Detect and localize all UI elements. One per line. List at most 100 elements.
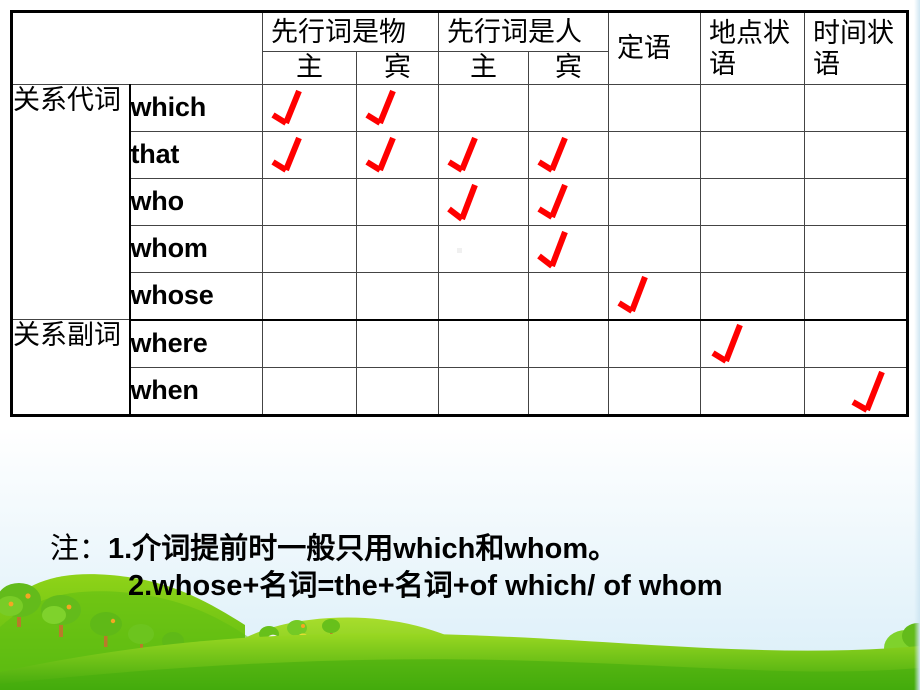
row-word-where: where: [129, 319, 263, 368]
table-row: that: [12, 130, 909, 179]
subcolumn-thing-object: 宾: [356, 50, 439, 85]
cell-where-thing-object: [356, 319, 439, 368]
cell-whose-thing-object: [356, 271, 439, 321]
relative-word-usage-table: 先行词是物 先行词是人 定语 地点状语 时间状语 主 宾 主 宾 关系代词 wh…: [10, 10, 909, 417]
cell-who-thing-subject: [262, 177, 357, 226]
check-mark-icon: [365, 136, 396, 173]
table-row: when: [12, 366, 909, 417]
subcolumn-person-subject: 主: [438, 50, 529, 85]
row-word-who: who: [129, 177, 263, 226]
cell-when-thing-object: [356, 366, 439, 417]
cell-who-person-object: [528, 177, 609, 226]
cell-where-person-subject: [438, 319, 529, 368]
check-mark-icon: [537, 230, 568, 269]
cell-which-thing-subject: [262, 83, 357, 132]
cell-whose-thing-subject: [262, 271, 357, 321]
row-word-which: which: [129, 83, 263, 132]
check-mark-icon: [447, 183, 478, 222]
cell-where-place: [700, 319, 805, 368]
cell-who-attributive: [608, 177, 701, 226]
cell-that-time: [804, 130, 909, 179]
cell-where-time: [804, 319, 909, 368]
cell-where-attributive: [608, 319, 701, 368]
table-row: 关系副词 where: [10, 319, 909, 417]
cell-whom-person-object: [528, 224, 609, 273]
column-group-thing-label: 先行词是物: [271, 17, 406, 48]
cell-whom-person-subject: [438, 224, 529, 273]
cell-where-thing-subject: [262, 319, 357, 368]
cell-whom-thing-subject: [262, 224, 357, 273]
cell-whose-time: [804, 271, 909, 321]
check-mark-icon: [271, 136, 302, 173]
note-item-2: 2.whose+名词=the+名词+of which/ of whom: [128, 570, 723, 603]
column-group-person-label: 先行词是人: [447, 17, 582, 48]
cell-who-time: [804, 177, 909, 226]
check-mark-icon: [617, 275, 648, 314]
check-mark-icon: [447, 136, 478, 173]
cell-when-person-subject: [438, 366, 529, 417]
cell-whose-place: [700, 271, 805, 321]
cell-that-person-subject: [438, 130, 529, 179]
faint-artifact-dot: [457, 247, 462, 253]
row-word-when: when: [129, 366, 263, 417]
cell-that-attributive: [608, 130, 701, 179]
check-mark-icon: [365, 89, 396, 126]
cell-where-person-object: [528, 319, 609, 368]
note-line-2: 2.whose+名词=the+名词+of which/ of whom: [0, 568, 920, 605]
table-corner-cell: [10, 10, 263, 85]
note-line-1: 注：1.介词提前时一般只用which和whom。: [0, 530, 920, 568]
cell-when-thing-subject: [262, 366, 357, 417]
notes-section: 注：1.介词提前时一般只用which和whom。 2.whose+名词=the+…: [0, 530, 920, 605]
cell-whom-thing-object: [356, 224, 439, 273]
cell-that-thing-subject: [262, 130, 357, 179]
cell-whom-place: [700, 224, 805, 273]
column-group-thing: 先行词是物: [262, 10, 439, 52]
table-row: who: [12, 177, 909, 226]
cell-which-place: [700, 83, 805, 132]
cell-whose-person-object: [528, 271, 609, 321]
cell-when-person-object: [528, 366, 609, 417]
column-time-adverbial: 时间状语: [804, 10, 909, 85]
row-group-label-pronoun: 关系代词: [10, 83, 131, 321]
cell-who-thing-object: [356, 177, 439, 226]
check-mark-icon: [851, 370, 885, 413]
check-mark-icon: [537, 136, 568, 173]
cell-whom-attributive: [608, 224, 701, 273]
check-mark-icon: [271, 89, 302, 126]
row-group-label-adverb: 关系副词: [10, 319, 131, 417]
row-word-whose: whose: [129, 271, 263, 321]
cell-which-thing-object: [356, 83, 439, 132]
column-place-adverbial: 地点状语: [700, 10, 805, 85]
check-mark-icon: [711, 323, 743, 364]
cell-which-time: [804, 83, 909, 132]
cell-who-person-subject: [438, 177, 529, 226]
header-row-groups: 先行词是物 先行词是人 定语 地点状语 时间状语: [10, 10, 909, 85]
column-attributive: 定语: [608, 10, 701, 85]
cell-when-place: [700, 366, 805, 417]
row-word-whom: whom: [129, 224, 263, 273]
cell-that-thing-object: [356, 130, 439, 179]
cell-who-place: [700, 177, 805, 226]
cell-that-place: [700, 130, 805, 179]
column-time-adverbial-label: 时间状语: [813, 17, 894, 81]
cell-whose-person-subject: [438, 271, 529, 321]
row-word-that: that: [129, 130, 263, 179]
subcolumn-thing-subject: 主: [262, 50, 357, 85]
cell-which-person-subject: [438, 83, 529, 132]
column-place-adverbial-label: 地点状语: [709, 17, 790, 81]
column-attributive-label: 定语: [617, 33, 671, 65]
notes-heading: 注：: [50, 531, 109, 565]
cell-that-person-object: [528, 130, 609, 179]
cell-which-attributive: [608, 83, 701, 132]
note-item-1: 1.介词提前时一般只用which和whom。: [108, 533, 618, 565]
table-row: whose: [12, 271, 909, 321]
check-mark-icon: [537, 183, 568, 220]
table-row: whom: [12, 224, 909, 273]
cell-when-attributive: [608, 366, 701, 417]
cell-whose-attributive: [608, 271, 701, 321]
cell-whom-time: [804, 224, 909, 273]
table-row: 关系代词 which: [10, 83, 909, 321]
subcolumn-person-object: 宾: [528, 50, 609, 85]
cell-when-time: [804, 366, 909, 417]
column-group-person: 先行词是人: [438, 10, 609, 52]
